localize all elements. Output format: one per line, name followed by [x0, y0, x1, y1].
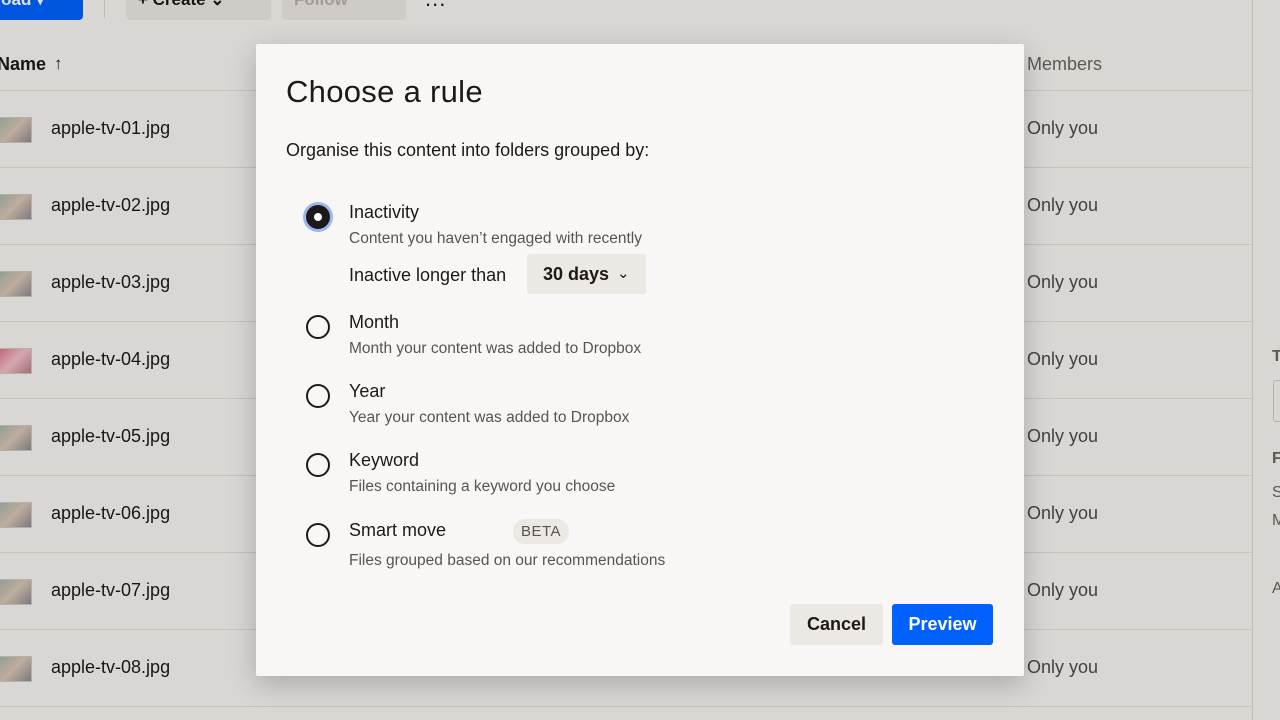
chevron-down-icon: ⌄ [617, 265, 630, 282]
option-label: Smart move [349, 520, 447, 540]
inactive-period-dropdown[interactable]: 30 days ⌄ [527, 254, 646, 294]
radio-inactivity[interactable] [306, 205, 330, 229]
option-description: Files containing a keyword you choose [349, 478, 616, 495]
option-label: Inactivity [349, 202, 420, 222]
inactive-threshold-label: Inactive longer than [349, 265, 507, 285]
radio-month[interactable] [306, 315, 330, 339]
choose-rule-dialog: Choose a rule Organise this content into… [256, 44, 1024, 676]
option-label: Month [349, 312, 400, 332]
preview-button[interactable]: Preview [892, 604, 993, 645]
radio-smart-move[interactable] [306, 523, 330, 547]
dialog-title: Choose a rule [286, 74, 483, 109]
cancel-button[interactable]: Cancel [790, 604, 883, 645]
option-description: Content you haven’t engaged with recentl… [349, 230, 642, 247]
beta-badge: BETA [513, 519, 570, 544]
option-label: Keyword [349, 450, 420, 470]
option-description: Files grouped based on our recommendatio… [349, 552, 666, 569]
option-label: Year [349, 381, 386, 401]
option-description: Year your content was added to Dropbox [349, 409, 630, 426]
radio-keyword[interactable] [306, 453, 330, 477]
option-description: Month your content was added to Dropbox [349, 340, 642, 357]
dialog-subtitle: Organise this content into folders group… [286, 140, 650, 160]
dropdown-value: 30 days [543, 264, 610, 284]
radio-year[interactable] [306, 384, 330, 408]
